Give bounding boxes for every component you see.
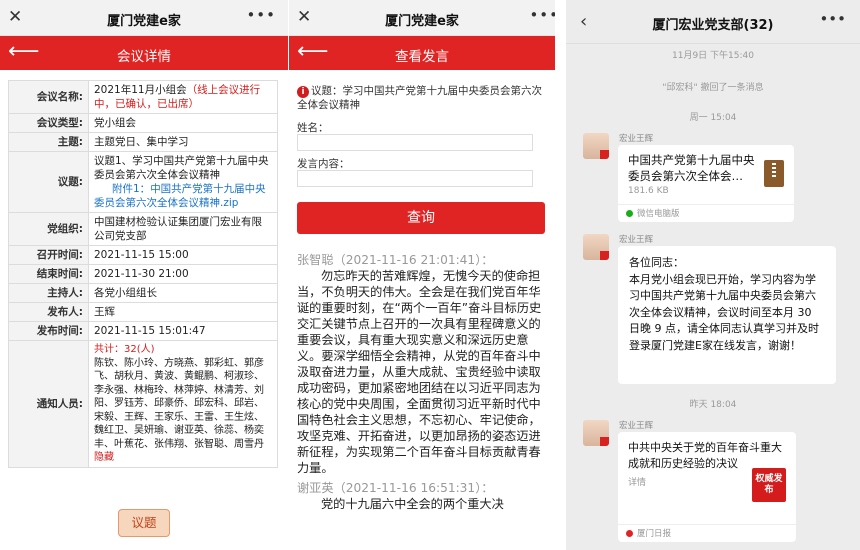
table-row: 召开时间: 2021-11-15 15:00 (8, 245, 278, 265)
speech-view-panel: ✕ 厦门党建e家 ••• ⟵ 查看发言 i议题：学习中国共产党第十九届中央委员会… (289, 0, 555, 550)
message-text: 各位同志： 本月党小组会现已开始，学习内容为学习中国共产党第十九届中央委员会第六… (629, 256, 819, 352)
table-row: 通知人员: 共计：32(人) 陈钦、陈小玲、方晓燕、郭彩虹、郭彦飞、胡秋月、黄波、黄… (8, 340, 278, 468)
row-value: 共计：32(人) 陈钦、陈小玲、方晓燕、郭彩虹、郭彦飞、胡秋月、黄波、黄鲲鹏、柯淑… (88, 340, 278, 468)
authority-release-logo: 权威发布 (752, 468, 786, 502)
zip-file-icon (764, 160, 784, 187)
name-input[interactable] (297, 134, 533, 151)
file-source-text: 微信电脑版 (637, 209, 680, 219)
window-titlebar: ✕ 厦门党建e家 ••• (0, 0, 288, 36)
attendee-count: 共计：32(人) (94, 344, 155, 355)
chat-title: 厦门宏业党支部(32) (652, 18, 774, 33)
row-label: 议题: (8, 151, 89, 213)
attachment-link[interactable]: 附件1：中国共产党第十九届中央委员会第六次全体会议精神.zip (94, 182, 272, 210)
wechat-chat-panel: ‹ 厦门宏业党支部(32) ••• 11月9日 下午15:40 "邱宏科" 撤回… (566, 0, 860, 550)
xiamen-daily-icon (626, 530, 633, 537)
row-value: 中国建材检验认证集团厦门宏业有限公司党支部 (88, 212, 278, 246)
topic-text: 议题1、学习中国共产党第十九届中央委员会第六次全体会议精神 (94, 155, 269, 181)
link-source: 厦门日报 (618, 524, 796, 542)
page-title: 会议详情 (117, 49, 171, 65)
row-label: 会议类型: (8, 113, 89, 133)
info-icon: i (297, 86, 309, 98)
row-label: 党组织: (8, 212, 89, 246)
row-label: 主持人: (8, 283, 89, 303)
sender-name: 宏业王辉 (619, 134, 654, 144)
sender-name: 宏业王辉 (619, 421, 654, 431)
row-label: 发布人: (8, 302, 89, 322)
more-icon[interactable]: ••• (529, 6, 555, 24)
meeting-info-table: 会议名称: 2021年11月小组会（线上会议进行中，已确认，已出席） 会议类型: 党… (8, 80, 278, 468)
row-value: 王辉 (88, 302, 278, 322)
attendee-list: 陈钦、陈小玲、方晓燕、郭彩虹、郭彦飞、胡秋月、黄波、黄鲲鹏、柯淑珍、李永强、林梅… (94, 357, 264, 450)
link-message[interactable]: 中共中央关于党的百年奋斗重大成就和历史经验的决议 详情 权威发布 厦门日报 (618, 432, 796, 542)
timestamp: 昨天 18:04 (689, 400, 737, 410)
row-label: 会议名称: (8, 80, 89, 114)
row-value: 2021-11-15 15:01:47 (88, 321, 278, 341)
table-row: 主题: 主题党日、集中学习 (8, 132, 278, 152)
avatar[interactable] (583, 234, 609, 260)
speech-text: 勿忘昨天的苦难辉煌，无愧今天的使命担当，不负明天的伟大。全会是在我们党百年华诞的… (297, 269, 542, 475)
row-label: 发布时间: (8, 321, 89, 341)
table-row: 会议类型: 党小组会 (8, 113, 278, 133)
wechat-pc-icon (626, 210, 633, 217)
row-value: 各党小组组长 (88, 283, 278, 303)
timestamp: 11月9日 下午15:40 (672, 51, 754, 61)
name-label: 姓名： (297, 122, 329, 134)
meeting-name: 2021年11月小组会 (94, 84, 187, 96)
chat-header: ‹ 厦门宏业党支部(32) ••• (566, 0, 860, 44)
table-row: 发布时间: 2021-11-15 15:01:47 (8, 321, 278, 341)
row-value: 党小组会 (88, 113, 278, 133)
row-value: 议题1、学习中国共产党第十九届中央委员会第六次全体会议精神 附件1：中国共产党第十… (88, 151, 278, 213)
window-titlebar: ✕ 厦门党建e家 ••• (289, 0, 555, 36)
row-label: 主题: (8, 132, 89, 152)
sender-name: 宏业王辉 (619, 235, 654, 245)
table-row: 党组织: 中国建材检验认证集团厦门宏业有限公司党支部 (8, 212, 278, 246)
page-header: ⟵ 查看发言 (289, 36, 555, 70)
file-message[interactable]: 中国共产党第十九届中央委员会第六次全体会… 181.6 KB 微信电脑版 (618, 145, 794, 222)
badge-icon (600, 150, 609, 159)
row-value: 2021年11月小组会（线上会议进行中，已确认，已出席） (88, 80, 278, 114)
speech-list: 张智聪（2021-11-16 21:01:41）： 勿忘昨天的苦难辉煌，无愧今天… (297, 252, 547, 512)
file-source: 微信电脑版 (618, 204, 794, 222)
query-button[interactable]: 查询 (297, 202, 545, 234)
speech-text: 党的十九届六中全会的两个重大决 (321, 497, 504, 511)
topic-button[interactable]: 议题 (118, 509, 170, 537)
row-value: 2021-11-15 15:00 (88, 245, 278, 265)
text-message[interactable]: 各位同志： 本月党小组会现已开始，学习内容为学习中国共产党第十九届中央委员会第六… (618, 246, 836, 384)
table-row: 议题: 议题1、学习中国共产党第十九届中央委员会第六次全体会议精神 附件1：中国共产… (8, 151, 278, 213)
window-title: 厦门党建e家 (385, 14, 459, 29)
topic-button-wrap: 议题 (118, 509, 170, 537)
badge-icon (600, 437, 609, 446)
content-label: 发言内容： (297, 158, 350, 170)
link-source-text: 厦门日报 (637, 529, 672, 539)
topic-line: i 议题：学习中国共产党第十九届中央委员会第六次全体会议精神 (297, 84, 549, 112)
file-title: 中国共产党第十九届中央委员会第六次全体会… (628, 153, 755, 183)
table-row: 结束时间: 2021-11-30 21:00 (8, 264, 278, 284)
timestamp: 周一 15:04 (689, 113, 737, 123)
recall-notice: "邱宏科" 撤回了一条消息 (662, 83, 764, 93)
row-value: 2021-11-30 21:00 (88, 264, 278, 284)
content-input[interactable] (297, 170, 533, 187)
row-value: 主题党日、集中学习 (88, 132, 278, 152)
topic-text: 议题：学习中国共产党第十九届中央委员会第六次全体会议精神 (297, 85, 542, 111)
table-row: 会议名称: 2021年11月小组会（线上会议进行中，已确认，已出席） (8, 80, 278, 114)
link-title: 中共中央关于党的百年奋斗重大成就和历史经验的决议 (628, 441, 782, 470)
page-header: ⟵ 会议详情 (0, 36, 288, 70)
row-label: 结束时间: (8, 264, 89, 284)
attachment-prefix: 附件1： (112, 183, 151, 195)
avatar[interactable] (583, 133, 609, 159)
more-icon[interactable]: ••• (819, 10, 846, 28)
meeting-detail-panel: ✕ 厦门党建e家 ••• ⟵ 会议详情 会议名称: 2021年11月小组会（线上会… (0, 0, 288, 550)
page-title: 查看发言 (395, 49, 449, 65)
speech-author: 谢亚英（2021-11-16 16:51:31）： (297, 481, 494, 495)
more-icon[interactable]: ••• (246, 6, 276, 24)
table-row: 发布人: 王辉 (8, 302, 278, 322)
badge-icon (600, 251, 609, 260)
window-title: 厦门党建e家 (107, 14, 181, 29)
hide-link[interactable]: 隐藏 (94, 452, 114, 463)
row-label: 通知人员: (8, 340, 89, 468)
table-row: 主持人: 各党小组组长 (8, 283, 278, 303)
avatar[interactable] (583, 420, 609, 446)
speech-author: 张智聪（2021-11-16 21:01:41）： (297, 253, 494, 267)
row-label: 召开时间: (8, 245, 89, 265)
